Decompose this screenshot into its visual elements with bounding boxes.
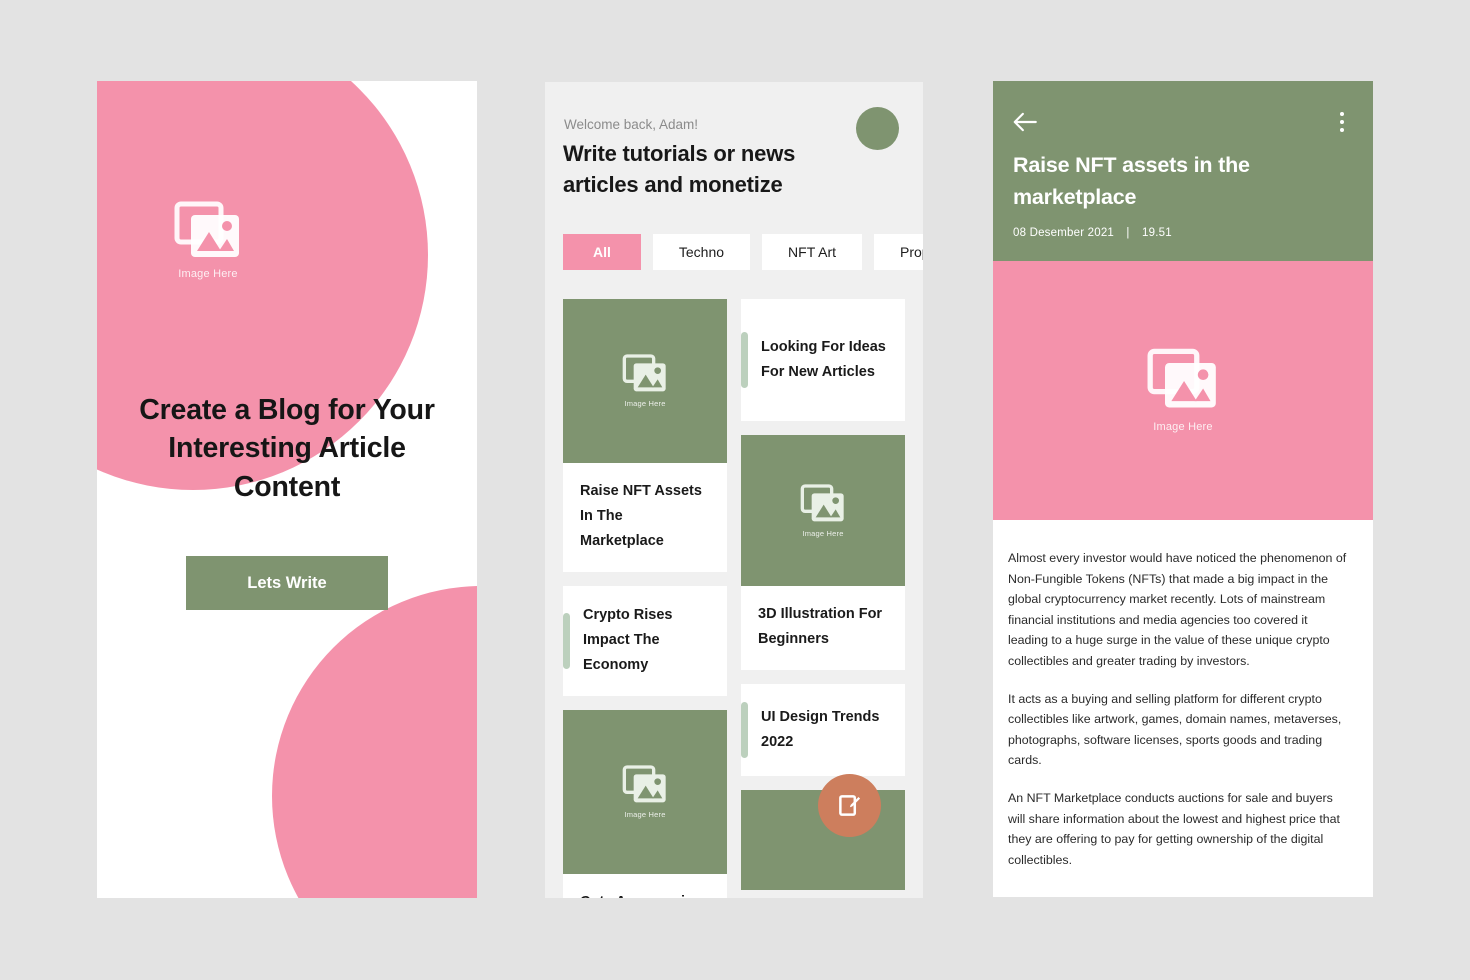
screen-feed: Welcome back, Adam! Write tutorials or n… (545, 82, 923, 898)
feed-column-left: Image Here Raise NFT Assets In The Marke… (563, 299, 727, 898)
article-hero-image-placeholder: Image Here (993, 261, 1373, 520)
accent-bar (741, 332, 748, 388)
onboarding-image-placeholder: Image Here (97, 201, 319, 280)
article-card[interactable]: Crypto Rises Impact The Economy (563, 585, 727, 696)
article-header: Raise NFT assets in the marketplace 08 D… (993, 81, 1373, 261)
card-image-placeholder: Image Here (741, 435, 905, 586)
article-paragraph: An NFT Marketplace conducts auctions for… (1008, 790, 1340, 867)
card-image-placeholder: Image Here (563, 299, 727, 463)
feed-headline: Write tutorials or news articles and mon… (563, 141, 796, 197)
kebab-dot (1340, 112, 1344, 116)
compose-fab-button[interactable] (818, 774, 881, 837)
article-time: 19.51 (1142, 227, 1172, 239)
image-placeholder-label: Image Here (624, 399, 666, 408)
card-title: 3D Illustration For Beginners (741, 586, 905, 670)
article-meta: 08 Desember 2021 | 19.51 (1013, 227, 1172, 239)
card-title: Crypto Rises Impact The Economy (583, 607, 673, 674)
card-title: UI Design Trends 2022 (761, 708, 880, 750)
category-filter-row: All Techno NFT Art Propert (563, 234, 923, 270)
image-placeholder-icon (622, 765, 666, 803)
lets-write-button[interactable]: Lets Write (186, 556, 388, 610)
accent-bar (563, 612, 570, 669)
compose-note-icon (839, 795, 861, 816)
decorative-blob-bottom (272, 586, 477, 898)
article-date: 08 Desember 2021 (1013, 227, 1115, 239)
kebab-dot (1340, 128, 1344, 132)
image-placeholder-label: Image Here (624, 809, 666, 819)
article-card[interactable]: Image Here Raise NFT Assets In The Marke… (563, 299, 727, 572)
greeting-text: Welcome back, Adam! (564, 117, 699, 132)
accent-bar (741, 701, 748, 758)
article-paragraph: It acts as a buying and selling platform… (1008, 691, 1342, 768)
screen-article-detail: Raise NFT assets in the marketplace 08 D… (993, 81, 1373, 897)
image-placeholder-label: Image Here (178, 268, 238, 280)
article-card[interactable]: Image Here Cute Accessories For Home Dec… (563, 709, 727, 898)
article-card[interactable]: UI Design Trends 2022 (741, 683, 905, 776)
screen-onboarding: Image Here Create a Blog for Your Intere… (97, 81, 477, 898)
card-title: Cute Accessories For Home Decor (563, 873, 727, 898)
meta-separator: | (1126, 227, 1130, 239)
page-title: Create a Blog for Your Interesting Artic… (139, 394, 435, 503)
chip-all[interactable]: All (563, 234, 641, 270)
kebab-dot (1340, 120, 1344, 124)
article-paragraph: Almost every investor would have noticed… (1008, 551, 1347, 668)
kebab-menu-icon[interactable] (1332, 108, 1352, 136)
back-arrow-icon[interactable] (1011, 108, 1039, 136)
image-placeholder-label: Image Here (802, 528, 844, 538)
image-placeholder-icon (1147, 348, 1216, 408)
article-body: Almost every investor would have noticed… (993, 520, 1373, 870)
image-placeholder-icon (622, 354, 666, 392)
card-image-placeholder: Image Here (563, 709, 727, 874)
article-title: Raise NFT assets in the marketplace (1013, 153, 1250, 210)
article-card[interactable]: Image Here 3D Illustration For Beginners (741, 435, 905, 670)
card-title: Raise NFT Assets In The Marketplace (563, 463, 727, 572)
card-title: Looking For Ideas For New Articles (761, 339, 886, 380)
avatar[interactable] (856, 107, 899, 150)
image-placeholder-icon (174, 201, 239, 257)
chip-property[interactable]: Propert (874, 234, 923, 270)
image-placeholder-icon (800, 483, 844, 521)
article-card[interactable]: Looking For Ideas For New Articles (741, 299, 905, 421)
chip-techno[interactable]: Techno (652, 234, 751, 270)
image-placeholder-label: Image Here (1153, 421, 1213, 433)
chip-nft-art[interactable]: NFT Art (762, 234, 863, 270)
mockup-canvas: Image Here Create a Blog for Your Intere… (0, 0, 1470, 980)
